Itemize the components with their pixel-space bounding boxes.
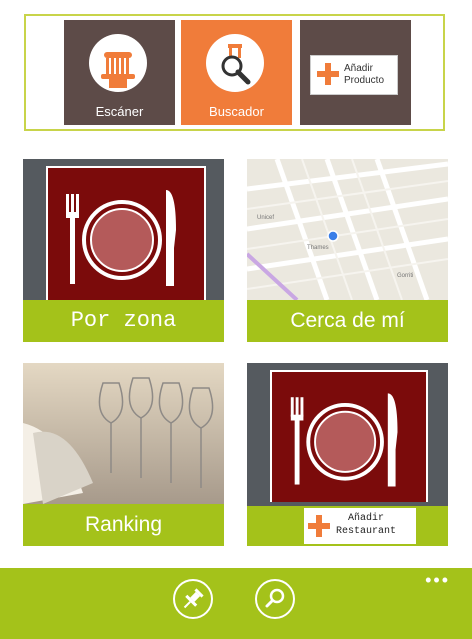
add-restaurant-line2: Restaurant (336, 526, 397, 537)
add-restaurant-text: Añadir Restaurant (336, 512, 396, 538)
add-restaurant-bar: Añadir Restaurant (247, 506, 448, 546)
add-product-line2: Producto (344, 75, 385, 86)
scanner-icon (89, 34, 147, 92)
map-street-label: Gorriti (397, 273, 413, 279)
map-street-label: Thames (307, 245, 329, 251)
search-icon (265, 588, 285, 608)
por-zona-label: Por zona (23, 300, 224, 342)
search-button[interactable] (255, 579, 295, 619)
add-product-line1: Añadir (344, 63, 373, 74)
plus-icon (317, 63, 339, 85)
por-zona-tile[interactable]: Por zona (23, 159, 224, 342)
ranking-label: Ranking (23, 504, 224, 546)
add-restaurant-line1: Añadir (348, 513, 385, 524)
cerca-de-mi-label: Cerca de mí (247, 300, 448, 342)
map-thumbnail: Unicef Gorriti Thames (247, 159, 448, 302)
plus-icon (308, 515, 330, 537)
search-label: Buscador (209, 104, 264, 119)
add-product-box: Añadir Producto (310, 55, 398, 95)
add-restaurant-tile[interactable]: Añadir Restaurant (247, 363, 448, 546)
fork-plate-knife-icon (66, 190, 176, 286)
ranking-tile[interactable]: Ranking (23, 363, 224, 546)
cerca-de-mi-tile[interactable]: Unicef Gorriti Thames Cerca de mí (247, 159, 448, 342)
pin-button[interactable] (173, 579, 213, 619)
scanner-tile[interactable]: Escáner (64, 20, 175, 125)
app-bar: ••• (0, 568, 472, 639)
wine-glasses-photo (23, 363, 224, 504)
search-magnifier-icon (206, 34, 264, 92)
top-actions-frame: Escáner Buscador Añadir Producto (24, 14, 445, 131)
search-tile[interactable]: Buscador (181, 20, 292, 125)
fork-plate-knife-icon (290, 393, 398, 487)
add-restaurant-box: Añadir Restaurant (304, 508, 416, 544)
more-options-button[interactable]: ••• (425, 570, 450, 591)
plate-card (270, 370, 428, 502)
pin-icon (183, 588, 204, 609)
plate-card (46, 166, 206, 302)
add-product-tile[interactable]: Añadir Producto (300, 20, 411, 125)
add-product-text: Añadir Producto (344, 63, 384, 87)
map-street-label: Unicef (257, 215, 274, 221)
scanner-label: Escáner (95, 104, 144, 119)
